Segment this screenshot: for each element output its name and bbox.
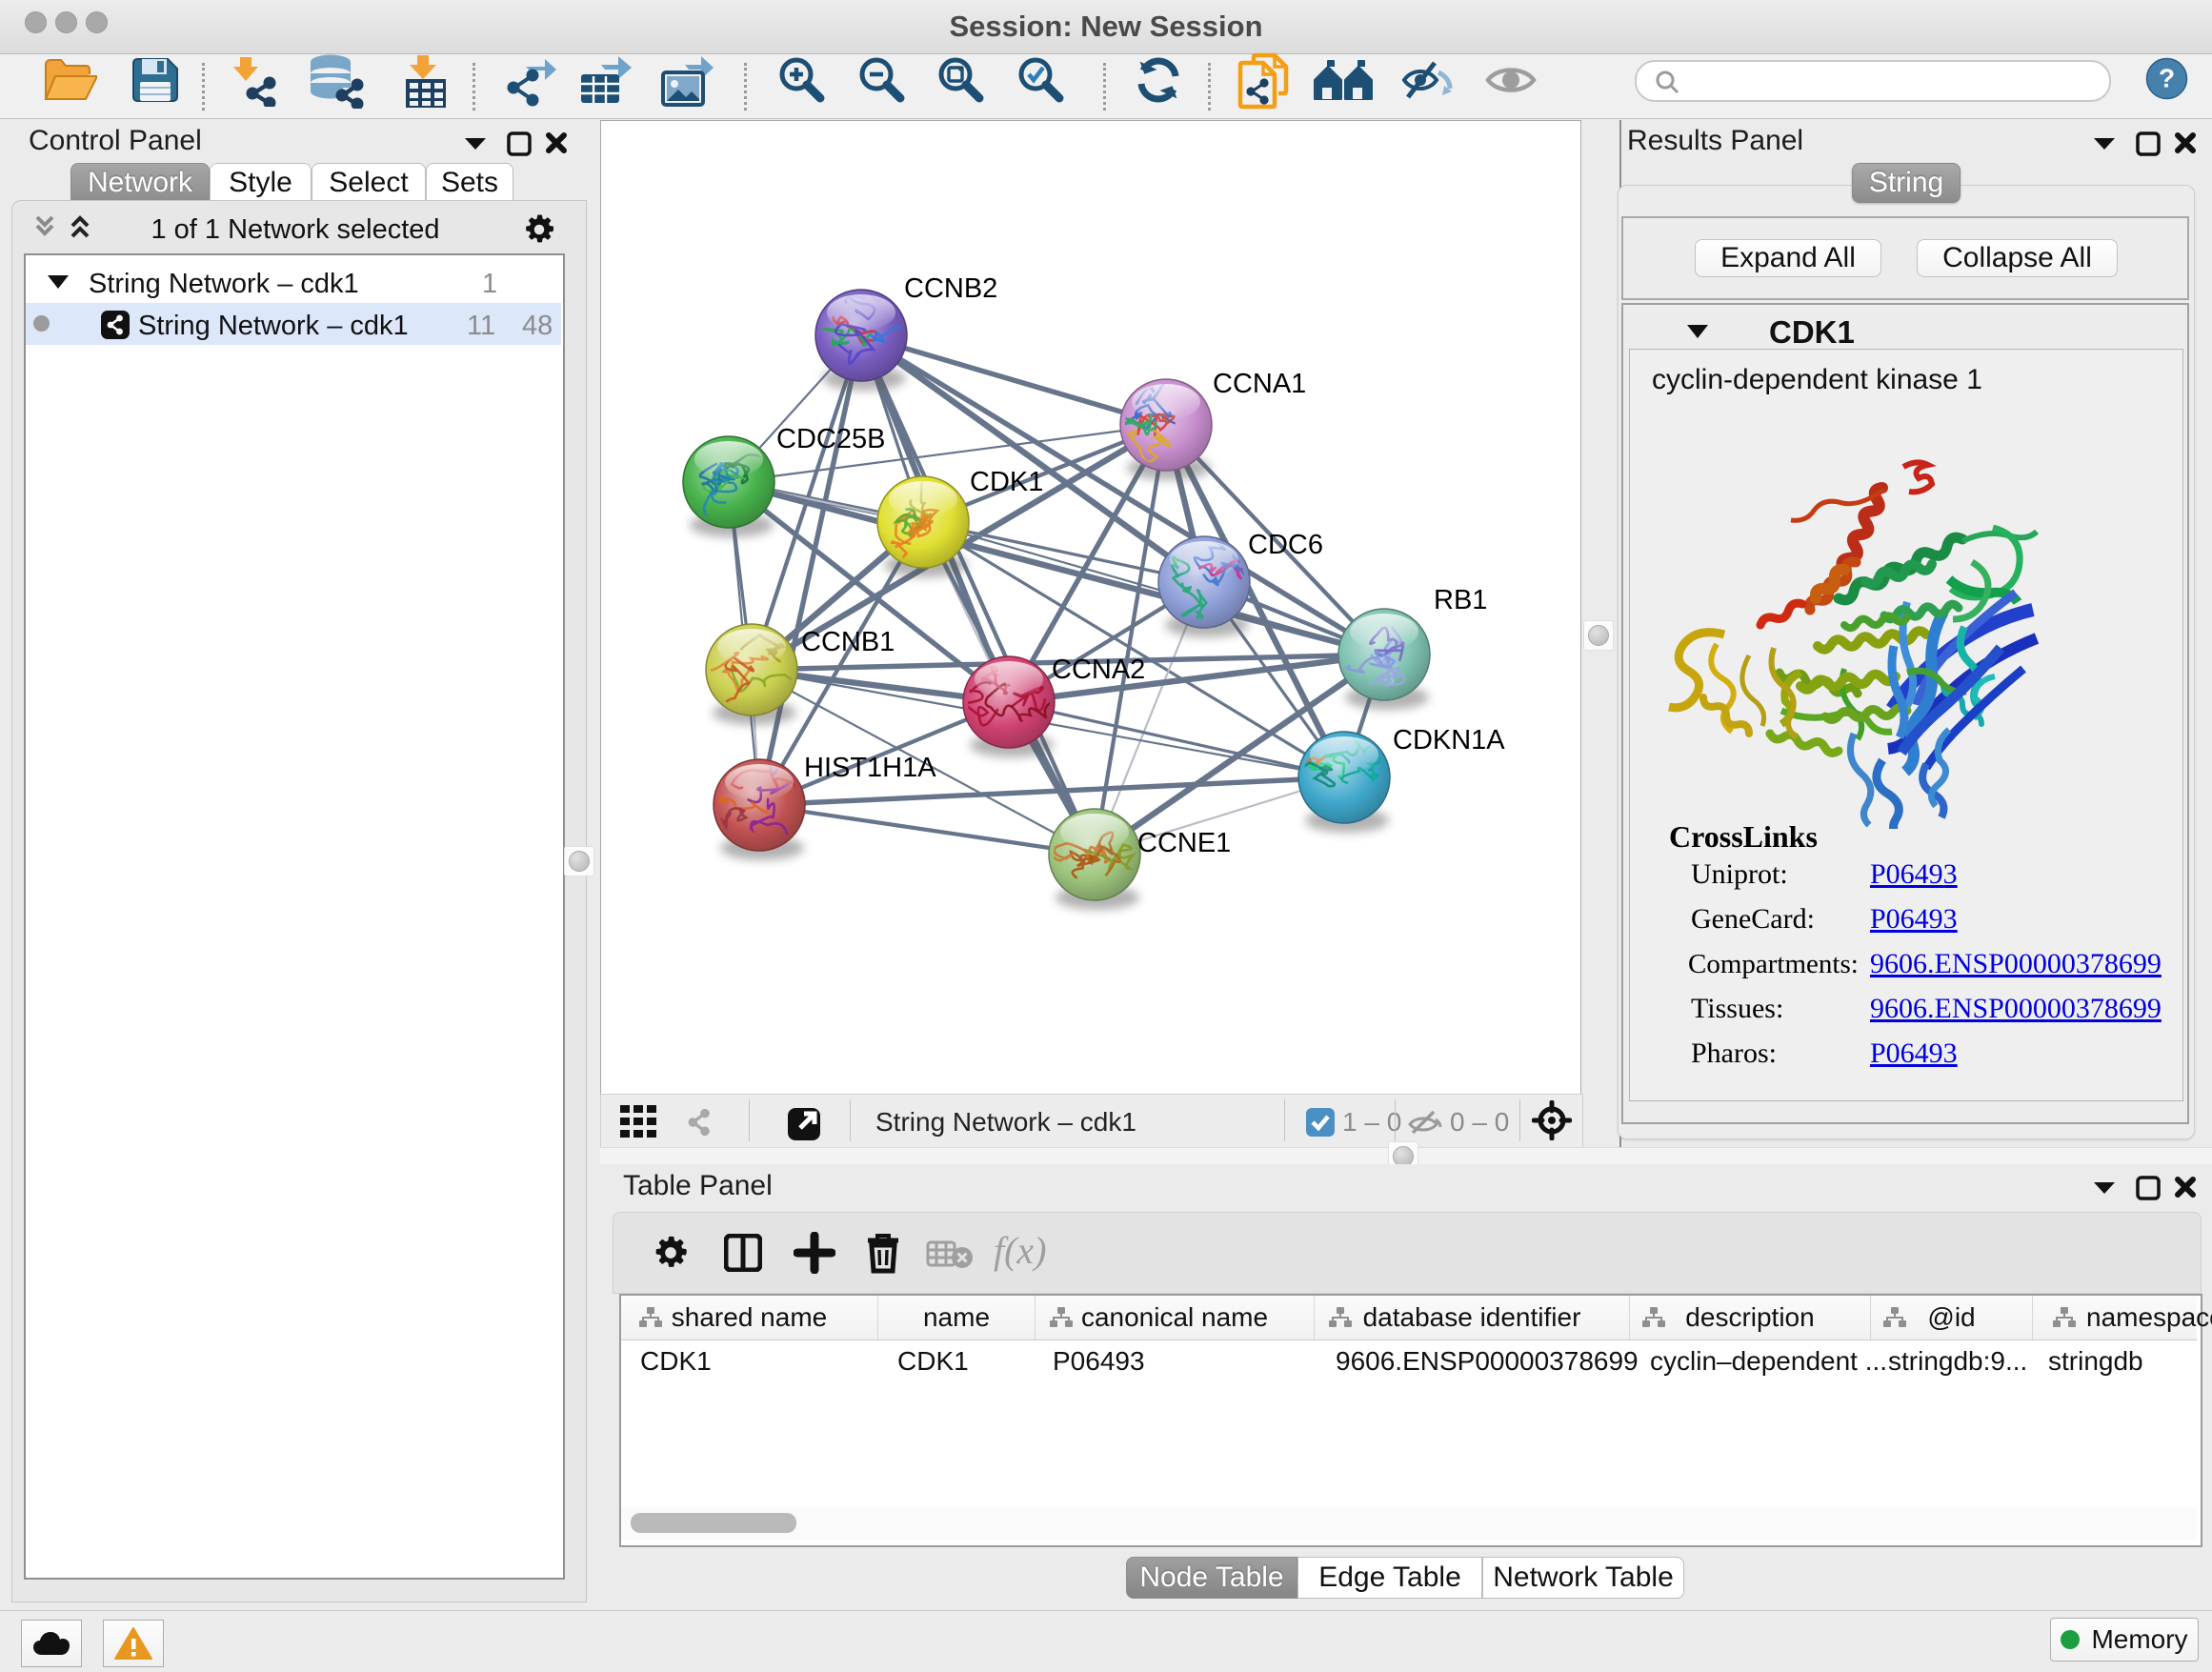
svg-text:HIST1H1A: HIST1H1A: [804, 753, 936, 783]
svg-text:CDKN1A: CDKN1A: [1393, 725, 1505, 755]
svg-text:CCNB2: CCNB2: [904, 273, 997, 304]
svg-text:RB1: RB1: [1434, 585, 1487, 615]
svg-text:CDC6: CDC6: [1248, 530, 1323, 560]
svg-text:CDK1: CDK1: [970, 467, 1043, 497]
svg-text:CDC25B: CDC25B: [776, 424, 885, 454]
svg-text:CCNB1: CCNB1: [801, 627, 895, 657]
svg-text:?: ?: [2159, 64, 2175, 93]
svg-text:CCNA2: CCNA2: [1052, 655, 1145, 685]
svg-text:CCNA1: CCNA1: [1213, 369, 1306, 399]
svg-text:CCNE1: CCNE1: [1137, 828, 1231, 858]
